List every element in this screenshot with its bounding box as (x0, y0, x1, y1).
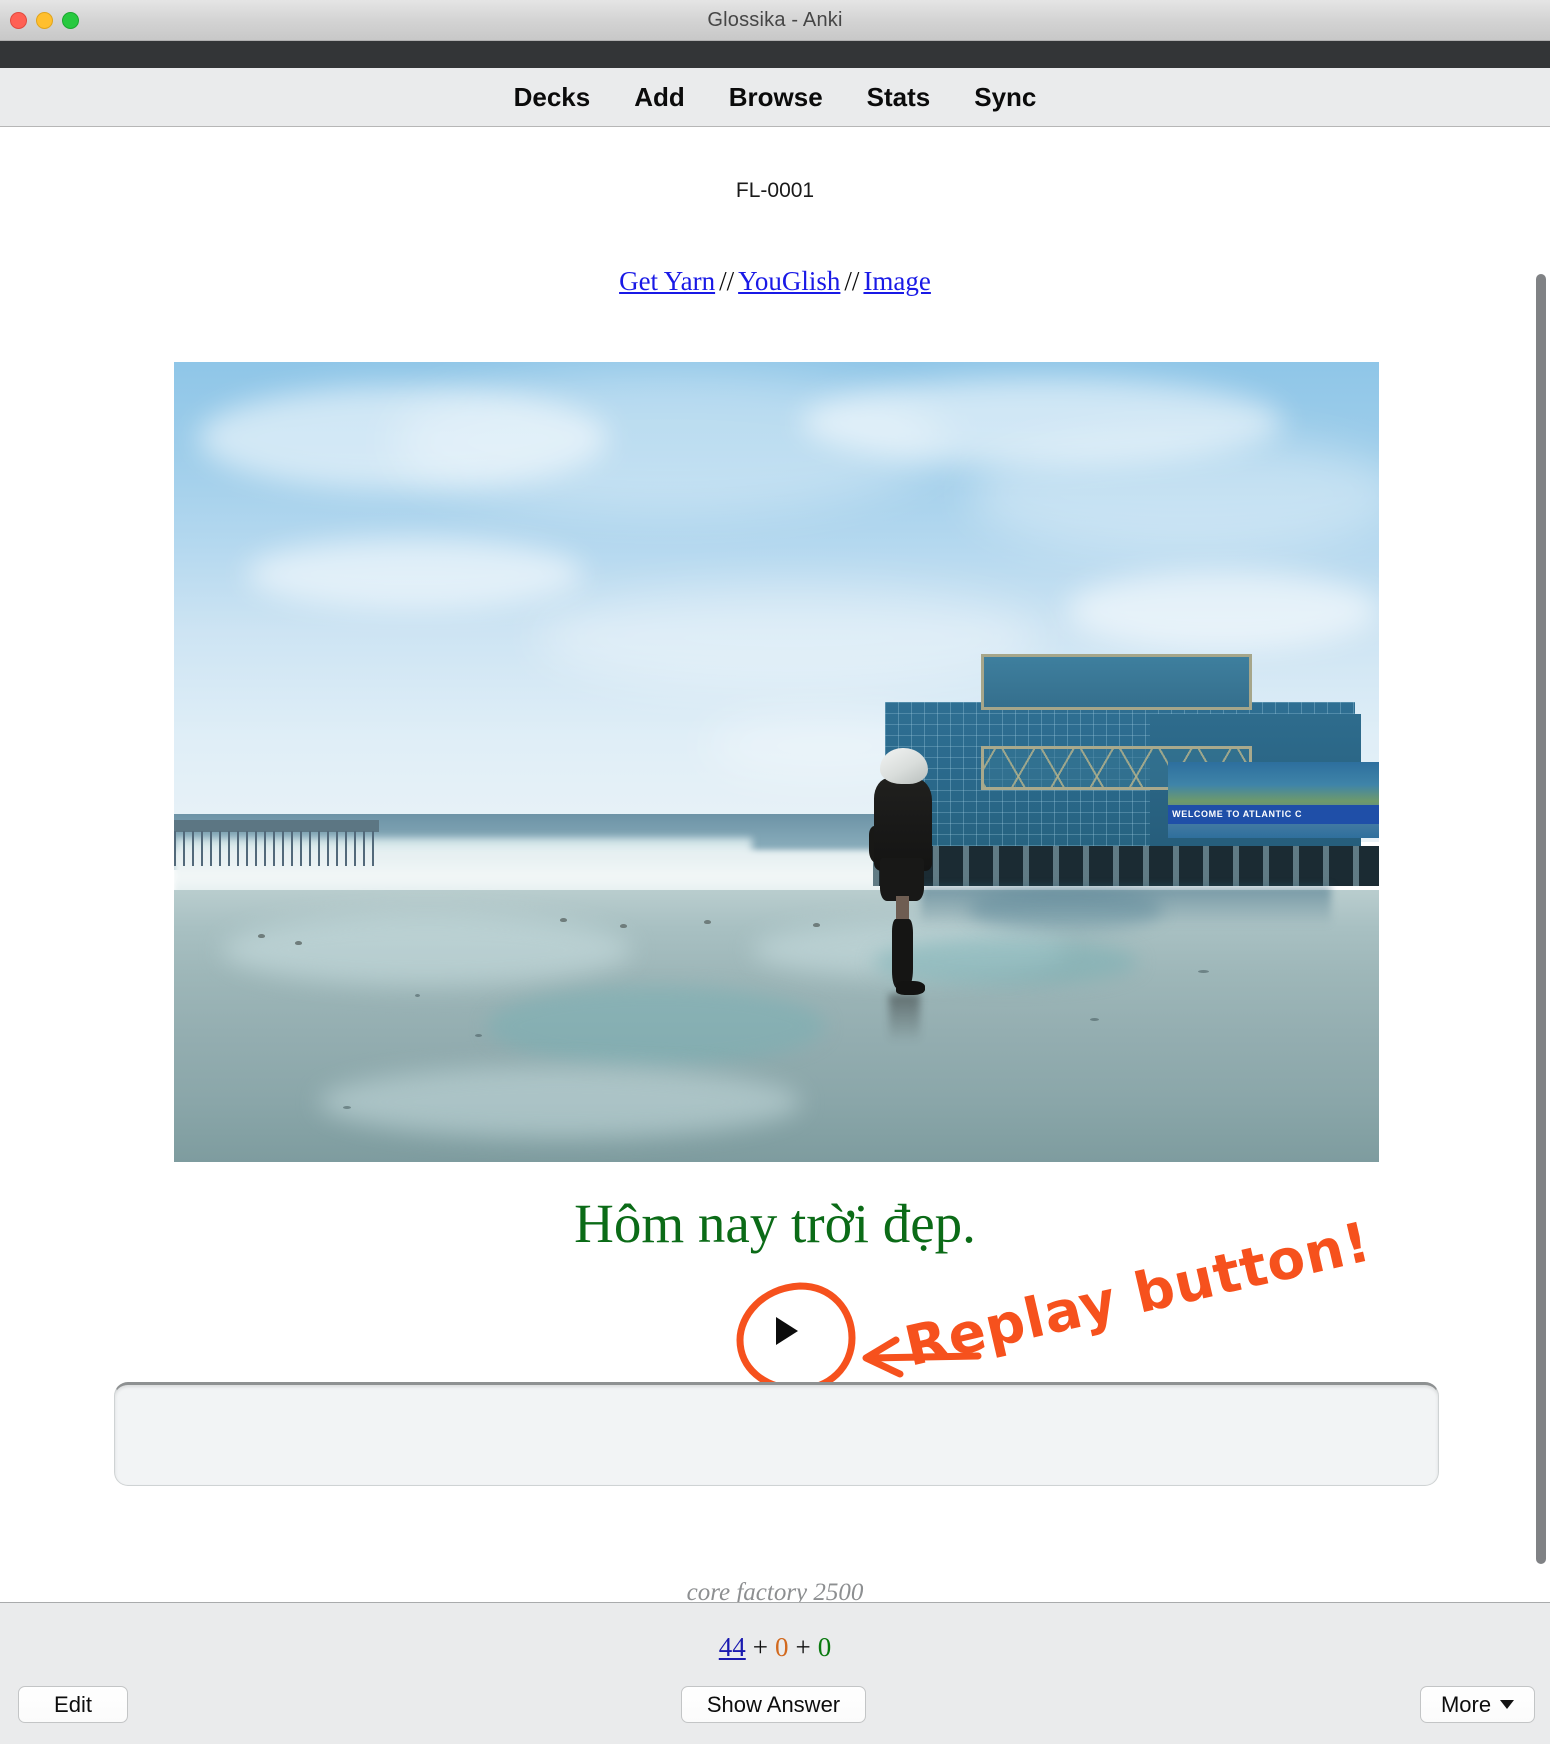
maximize-button[interactable] (62, 12, 79, 29)
window-titlebar: Glossika - Anki (0, 0, 1550, 41)
card-sentence: Hôm nay trời đẹp. (574, 1193, 976, 1254)
more-button[interactable]: More (1420, 1686, 1535, 1723)
nav-decks[interactable]: Decks (492, 82, 613, 113)
chevron-down-icon (1500, 1700, 1515, 1709)
woman-boot (892, 918, 913, 988)
card-reference-links: Get Yarn//YouGlish//Image (0, 266, 1550, 297)
more-button-label: More (1440, 1691, 1492, 1717)
nav-browse[interactable]: Browse (707, 82, 845, 113)
count-due: 0 (817, 1632, 832, 1662)
beach-scene-illustration: WELCOME TO ATLANTIC C (174, 362, 1379, 1162)
link-separator-2: // (844, 266, 860, 296)
count-plus-2: + (795, 1632, 811, 1662)
billboard-text: WELCOME TO ATLANTIC C (1172, 809, 1303, 820)
show-answer-button[interactable]: Show Answer (681, 1686, 866, 1723)
billboard: WELCOME TO ATLANTIC C (1168, 762, 1379, 838)
nav-sync[interactable]: Sync (952, 82, 1058, 113)
count-new[interactable]: 44 (719, 1632, 746, 1662)
link-youglish[interactable]: YouGlish (738, 266, 840, 296)
scrollbar-thumb[interactable] (1536, 274, 1546, 1564)
nav-add[interactable]: Add (612, 82, 707, 113)
window-title: Glossika - Anki (707, 8, 843, 31)
link-image[interactable]: Image (863, 266, 930, 296)
type-answer-input[interactable] (114, 1382, 1439, 1486)
pier-pilings (174, 830, 379, 866)
card-photo: WELCOME TO ATLANTIC C (174, 362, 1379, 1162)
woman-skirt (880, 858, 924, 902)
roof-frame (981, 654, 1253, 710)
count-learning: 0 (775, 1632, 789, 1662)
card-id-label: FL-0001 (735, 179, 815, 202)
replay-button[interactable] (752, 1299, 816, 1363)
window-controls (10, 0, 79, 41)
dark-toolbar-strip (0, 41, 1550, 68)
link-separator-1: // (719, 266, 735, 296)
vertical-scrollbar[interactable] (1533, 128, 1550, 1602)
main-nav: Decks Add Browse Stats Sync (0, 68, 1550, 127)
woman-coat (874, 778, 932, 871)
review-bottom-bar: 44 +0 +0 Edit Show Answer More (0, 1602, 1550, 1744)
play-triangle-icon (776, 1317, 798, 1345)
card-counts: 44 +0 +0 (0, 1632, 1550, 1663)
card-review-area: FL-0001 Get Yarn//YouGlish//Image WELCOM… (0, 128, 1550, 1602)
card-footer-note: core factory 2500 (686, 1579, 864, 1602)
minimize-button[interactable] (36, 12, 53, 29)
link-get-yarn[interactable]: Get Yarn (619, 266, 715, 296)
count-plus-1: + (752, 1632, 768, 1662)
nav-stats[interactable]: Stats (845, 82, 953, 113)
edit-button[interactable]: Edit (18, 1686, 128, 1723)
close-button[interactable] (10, 12, 27, 29)
